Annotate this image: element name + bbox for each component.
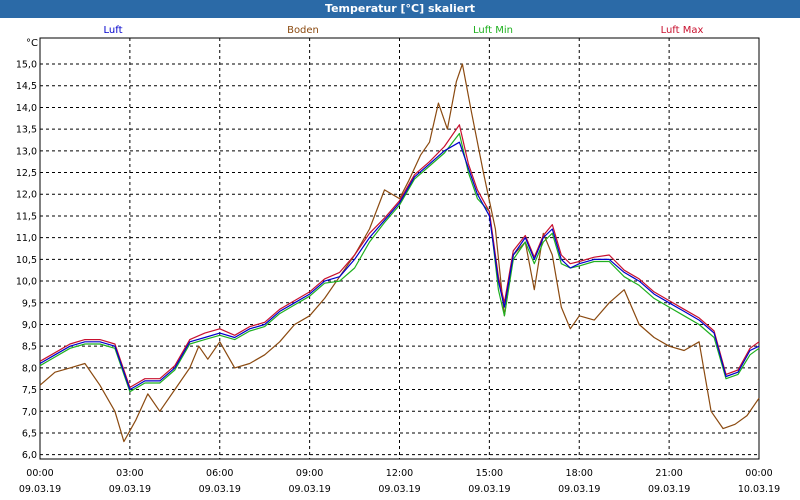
x-tick-date: 09.03.19	[648, 484, 690, 495]
x-tick-date: 09.03.19	[109, 484, 151, 495]
y-tick-label: 15,0	[16, 60, 37, 71]
x-tick-date: 09.03.19	[378, 484, 420, 495]
y-tick-label: 12,0	[16, 190, 37, 201]
y-tick-label: 14,5	[16, 81, 37, 92]
y-tick-label: 6,0	[22, 450, 37, 461]
chart-window: Temperatur [°C] skaliert Luft Boden Luft…	[0, 0, 800, 500]
x-tick-date: 09.03.19	[288, 484, 330, 495]
x-tick-date: 09.03.19	[468, 484, 510, 495]
x-tick-date: 10.03.19	[738, 484, 780, 495]
y-tick-label: 14,0	[16, 103, 37, 114]
y-tick-label: 13,0	[16, 146, 37, 157]
y-tick-label: 9,5	[22, 298, 37, 309]
x-tick-time: 00:00	[745, 468, 772, 479]
x-tick-time: 21:00	[655, 468, 682, 479]
x-tick-time: 03:00	[116, 468, 143, 479]
x-tick-date: 09.03.19	[19, 484, 61, 495]
x-tick-labels: 00:00 09.03.19 03:00 09.03.19 06:00 09.03.19 0…	[19, 468, 780, 495]
y-tick-label: 13,5	[16, 125, 37, 136]
plot-area: 6,0 6,5 7,0 7,5 8,0 8,5 9,0 9,5 10,0 10,5 11,0 11,5…	[16, 37, 780, 495]
x-tick-date: 09.03.19	[199, 484, 241, 495]
y-tick-label: 11,0	[16, 233, 37, 244]
x-tick-time: 09:00	[296, 468, 323, 479]
grid-lines	[40, 38, 759, 459]
series-lines	[39, 63, 760, 443]
x-tick-time: 00:00	[26, 468, 53, 479]
x-tick-time: 06:00	[206, 468, 233, 479]
y-tick-label: 11,5	[16, 211, 37, 222]
y-tick-labels: 6,0 6,5 7,0 7,5 8,0 8,5 9,0 9,5 10,0 10,5 11,0 11,5…	[16, 60, 37, 462]
y-tick-label: 12,5	[16, 168, 37, 179]
y-tick-label: 7,0	[22, 407, 37, 418]
series-line-boden	[39, 63, 760, 443]
y-tick-label: 10,0	[16, 277, 37, 288]
x-tick-time: 12:00	[386, 468, 413, 479]
y-tick-label: 8,5	[22, 342, 37, 353]
y-tick-label: 6,5	[22, 428, 37, 439]
x-tick-time: 18:00	[566, 468, 593, 479]
y-tick-label: 10,5	[16, 255, 37, 266]
y-tick-label: 9,0	[22, 320, 37, 331]
y-tick-label: 8,0	[22, 363, 37, 374]
x-tick-time: 15:00	[476, 468, 503, 479]
x-tick-date: 09.03.19	[558, 484, 600, 495]
y-tick-label: 7,5	[22, 385, 37, 396]
